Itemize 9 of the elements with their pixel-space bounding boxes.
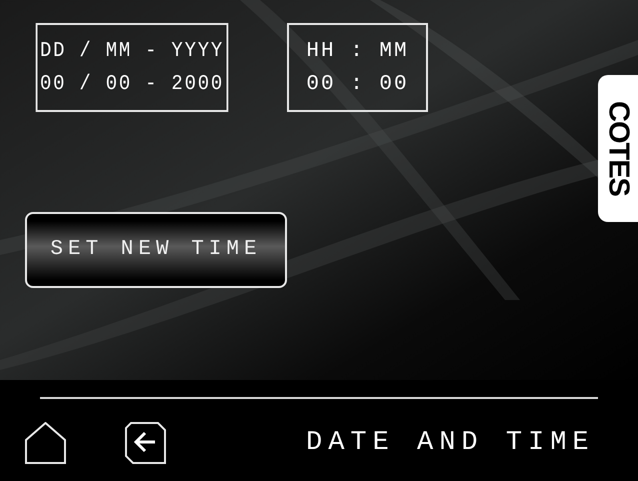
date-format-label: DD / MM - YYYY <box>40 40 224 62</box>
cotes-side-tab[interactable]: COTES <box>598 75 638 222</box>
set-new-time-button[interactable]: SET NEW TIME <box>25 212 287 288</box>
time-value: 00 : 00 <box>306 74 409 94</box>
home-icon[interactable] <box>25 422 66 464</box>
date-value: 00 / 00 - 2000 <box>40 74 224 94</box>
back-arrow-icon[interactable] <box>125 422 166 464</box>
screen-title: DATE AND TIME <box>306 426 595 460</box>
time-format-label: HH : MM <box>306 40 409 62</box>
